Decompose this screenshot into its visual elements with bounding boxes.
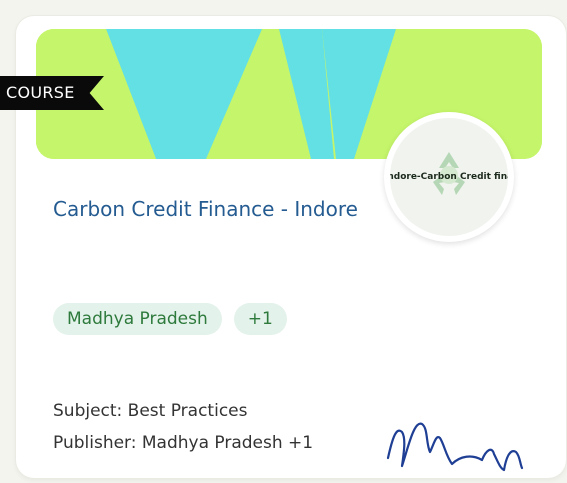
course-title[interactable]: Carbon Credit Finance - Indore	[53, 191, 383, 227]
logo-image: Indore-Carbon Credit finance	[390, 118, 508, 236]
signature-scribble	[386, 422, 524, 472]
recycle-icon	[433, 152, 465, 195]
publisher-logo: Indore-Carbon Credit finance	[384, 112, 514, 242]
course-meta: Subject: Best Practices Publisher: Madhy…	[53, 395, 313, 459]
tag-region[interactable]: Madhya Pradesh	[53, 303, 222, 335]
tag-more[interactable]: +1	[233, 303, 287, 335]
course-badge: COURSE	[0, 76, 104, 110]
subject-line: Subject: Best Practices	[53, 401, 248, 421]
logo-text: Indore-Carbon Credit finance	[390, 172, 508, 182]
publisher-line: Publisher: Madhya Pradesh +1	[53, 433, 314, 453]
tag-list: Madhya Pradesh +1	[53, 303, 287, 335]
